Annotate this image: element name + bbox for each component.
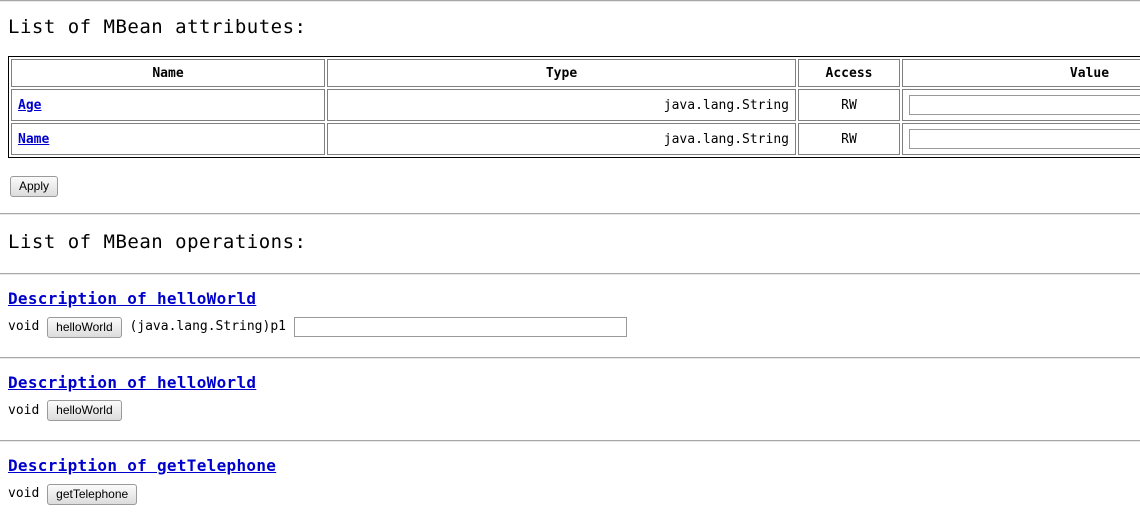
- invoke-button-helloworld-param[interactable]: helloWorld: [47, 316, 122, 338]
- operation-return-type: void: [8, 319, 40, 334]
- column-header-access: Access: [798, 59, 900, 87]
- attribute-type-cell: java.lang.String: [327, 123, 796, 155]
- operation-return-type: void: [8, 486, 40, 501]
- attributes-section-heading: List of MBean attributes:: [8, 16, 307, 38]
- operation-block-gettelephone: Description of getTelephone void getTele…: [0, 456, 1140, 506]
- apply-button-container: Apply: [0, 176, 1140, 197]
- attribute-type-cell: java.lang.String: [327, 89, 796, 121]
- invoke-button-helloworld-noarg[interactable]: helloWorld: [47, 400, 122, 421]
- column-header-value: Value: [902, 59, 1140, 87]
- table-row: Name java.lang.String RW: [11, 123, 1140, 155]
- column-header-name: Name: [11, 59, 325, 87]
- operation-block-helloworld-param: Description of helloWorld void helloWorl…: [0, 289, 1140, 339]
- attribute-name-cell: Name: [11, 123, 325, 155]
- attribute-access-cell: RW: [798, 89, 900, 121]
- attribute-value-cell: [902, 123, 1140, 155]
- attributes-table-body: Age java.lang.String RW Name java.lang.S…: [11, 89, 1140, 155]
- column-header-type: Type: [327, 59, 796, 87]
- attribute-name-cell: Age: [11, 89, 325, 121]
- operation-signature: void getTelephone: [8, 483, 1140, 506]
- operation-signature: void helloWorld (java.lang.String)p1: [8, 316, 1140, 339]
- attributes-table-head: Name Type Access Value: [11, 59, 1140, 87]
- operation-description-link[interactable]: Description of helloWorld: [8, 373, 256, 392]
- operation-return-type: void: [8, 402, 40, 418]
- invoke-button-gettelephone[interactable]: getTelephone: [47, 483, 138, 505]
- attribute-value-cell: [902, 89, 1140, 121]
- operation-parameter-signature: (java.lang.String)p1: [129, 319, 286, 334]
- attribute-link-age[interactable]: Age: [18, 98, 41, 113]
- attribute-value-input-name[interactable]: [909, 129, 1140, 149]
- operation-parameter-input-p1[interactable]: [293, 317, 627, 337]
- operations-section-heading: List of MBean operations:: [8, 231, 307, 253]
- attributes-table-container: Name Type Access Value Age java.lang.Str…: [0, 56, 1140, 158]
- operation-block-helloworld-noarg: Description of helloWorld void helloWorl…: [0, 373, 1140, 423]
- mbean-inspector-page: List of MBean attributes: Name Type Acce…: [0, 0, 1140, 506]
- attributes-table: Name Type Access Value Age java.lang.Str…: [8, 56, 1140, 158]
- attribute-link-name[interactable]: Name: [18, 132, 49, 147]
- attribute-value-input-age[interactable]: [909, 95, 1140, 115]
- operation-description-link[interactable]: Description of helloWorld: [8, 289, 256, 308]
- apply-button[interactable]: Apply: [10, 176, 59, 197]
- operation-description-link[interactable]: Description of getTelephone: [8, 456, 276, 475]
- table-row: Age java.lang.String RW: [11, 89, 1140, 121]
- table-header-row: Name Type Access Value: [11, 59, 1140, 87]
- attribute-access-cell: RW: [798, 123, 900, 155]
- operation-signature: void helloWorld: [8, 400, 1140, 423]
